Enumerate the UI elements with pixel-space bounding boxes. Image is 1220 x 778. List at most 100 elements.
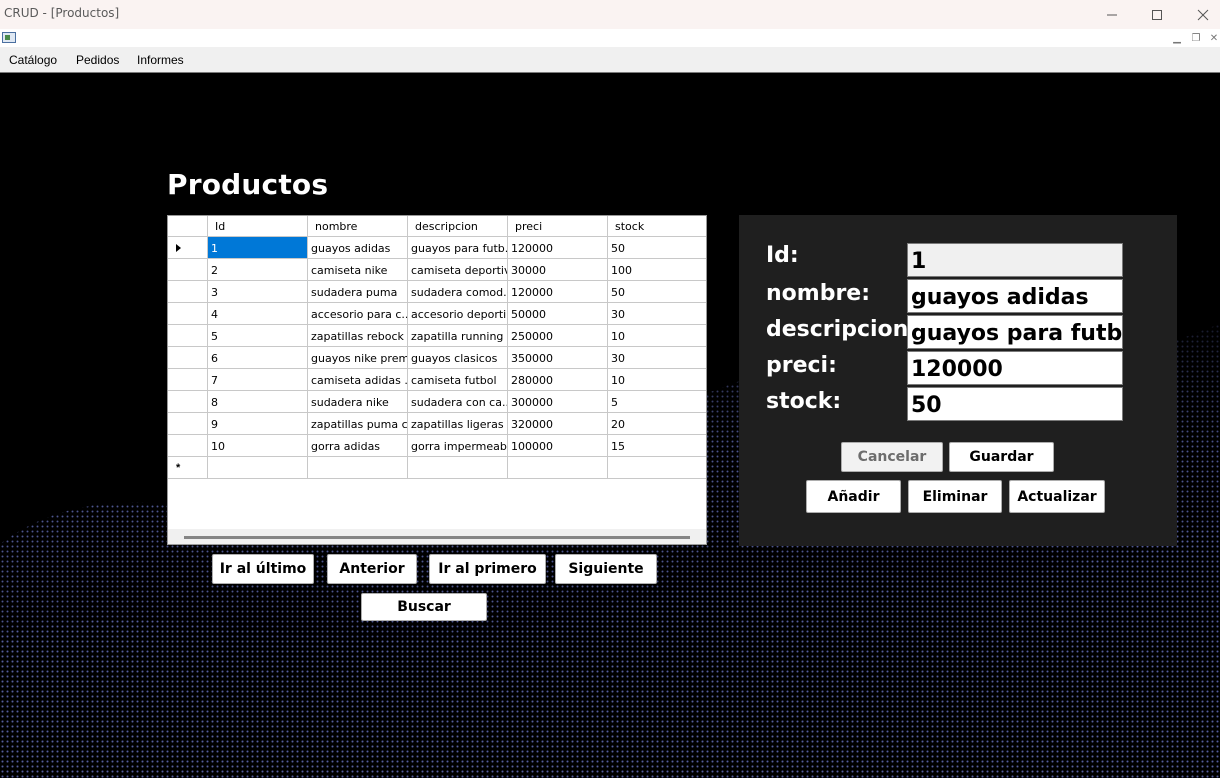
cell-nombre[interactable]: sudadera puma — [308, 281, 408, 303]
table-row[interactable]: 5 zapatillas rebock zapatilla running 25000… — [168, 325, 706, 347]
cell-preci[interactable]: 120000 — [508, 237, 608, 259]
products-grid[interactable]: Id nombre descripcion preci stock 1 guayo… — [167, 215, 707, 545]
cell-nombre[interactable] — [308, 457, 408, 479]
table-row[interactable]: 4 accesorio para c... accesorio deporti...… — [168, 303, 706, 325]
table-row[interactable]: 10gorra adidasgorra impermeabl...1000001… — [168, 435, 706, 457]
cell-nombre[interactable]: camiseta nike — [308, 259, 408, 281]
go-last-button[interactable]: Ir al último — [212, 554, 314, 584]
cell-stock[interactable]: 50 — [608, 237, 706, 259]
column-header-preci[interactable]: preci — [508, 216, 608, 237]
cell-stock[interactable]: 10 — [608, 369, 706, 391]
cell-id[interactable]: 2 — [208, 259, 308, 281]
menu-pedidos[interactable]: Pedidos — [76, 53, 119, 67]
new-row[interactable]: * — [168, 457, 706, 479]
cell-nombre[interactable]: zapatillas rebock — [308, 325, 408, 347]
next-button[interactable]: Siguiente — [555, 554, 657, 584]
cell-nombre[interactable]: camiseta adidas ... — [308, 369, 408, 391]
cell-descripcion[interactable]: sudadera comod... — [408, 281, 508, 303]
cell-id[interactable]: 5 — [208, 325, 308, 347]
cell-id[interactable]: 3 — [208, 281, 308, 303]
cell-nombre[interactable]: guayos adidas — [308, 237, 408, 259]
stock-field[interactable]: 50 — [907, 387, 1123, 421]
cell-id[interactable] — [208, 457, 308, 479]
cell-descripcion[interactable]: guayos para futb... — [408, 237, 508, 259]
cell-preci[interactable]: 300000 — [508, 391, 608, 413]
delete-button[interactable]: Eliminar — [908, 480, 1002, 513]
save-button[interactable]: Guardar — [949, 442, 1054, 472]
cell-descripcion[interactable]: camiseta futbol — [408, 369, 508, 391]
row-header[interactable]: * — [168, 457, 208, 479]
row-header[interactable] — [168, 303, 208, 325]
descripcion-field[interactable]: guayos para futbol c — [907, 315, 1123, 349]
menu-informes[interactable]: Informes — [137, 53, 184, 67]
cell-descripcion[interactable]: gorra impermeabl... — [408, 435, 508, 457]
close-button[interactable] — [1180, 0, 1220, 29]
column-header-id[interactable]: Id — [208, 216, 308, 237]
cell-id[interactable]: 10 — [208, 435, 308, 457]
column-header-nombre[interactable]: nombre — [308, 216, 408, 237]
table-row[interactable]: 1 guayos adidas guayos para futb... 120000 5… — [168, 237, 706, 259]
table-row[interactable]: 6guayos nike prem...guayos clasicos35000… — [168, 347, 706, 369]
cell-descripcion[interactable]: zapatilla running — [408, 325, 508, 347]
row-header[interactable] — [168, 325, 208, 347]
cell-nombre[interactable]: sudadera nike — [308, 391, 408, 413]
cell-id[interactable]: 7 — [208, 369, 308, 391]
cell-stock[interactable]: 100 — [608, 259, 706, 281]
cell-preci[interactable]: 50000 — [508, 303, 608, 325]
cancel-button[interactable]: Cancelar — [841, 442, 943, 472]
update-button[interactable]: Actualizar — [1009, 480, 1105, 513]
row-header[interactable] — [168, 347, 208, 369]
cell-preci[interactable]: 100000 — [508, 435, 608, 457]
cell-preci[interactable]: 280000 — [508, 369, 608, 391]
cell-preci[interactable]: 120000 — [508, 281, 608, 303]
column-header-stock[interactable]: stock — [608, 216, 706, 237]
add-button[interactable]: Añadir — [806, 480, 901, 513]
cell-nombre[interactable]: accesorio para c... — [308, 303, 408, 325]
cell-descripcion[interactable]: accesorio deporti... — [408, 303, 508, 325]
row-header[interactable] — [168, 391, 208, 413]
cell-stock[interactable]: 30 — [608, 303, 706, 325]
cell-descripcion[interactable]: zapatillas ligeras ... — [408, 413, 508, 435]
cell-nombre[interactable]: zapatillas puma cl... — [308, 413, 408, 435]
document-icon[interactable] — [2, 32, 16, 43]
cell-preci[interactable]: 250000 — [508, 325, 608, 347]
table-row[interactable]: 7 camiseta adidas ... camiseta futbol 28000… — [168, 369, 706, 391]
id-field[interactable]: 1 — [907, 243, 1123, 277]
scrollbar-thumb[interactable] — [184, 536, 690, 539]
mdi-minimize-icon[interactable]: ▁ — [1169, 31, 1185, 45]
column-header-descripcion[interactable]: descripcion — [408, 216, 508, 237]
cell-preci[interactable]: 30000 — [508, 259, 608, 281]
cell-stock[interactable]: 15 — [608, 435, 706, 457]
cell-id[interactable]: 1 — [208, 237, 308, 259]
cell-descripcion[interactable]: sudadera con ca... — [408, 391, 508, 413]
preci-field[interactable]: 120000 — [907, 351, 1123, 385]
minimize-button[interactable] — [1089, 0, 1135, 29]
search-button[interactable]: Buscar — [361, 593, 487, 621]
cell-stock[interactable] — [608, 457, 706, 479]
mdi-close-icon[interactable]: ✕ — [1206, 31, 1220, 45]
cell-descripcion[interactable]: guayos clasicos — [408, 347, 508, 369]
maximize-button[interactable] — [1134, 0, 1180, 29]
cell-descripcion[interactable]: camiseta deportiv... — [408, 259, 508, 281]
cell-stock[interactable]: 50 — [608, 281, 706, 303]
cell-preci[interactable]: 320000 — [508, 413, 608, 435]
table-row[interactable]: 9zapatillas puma cl...zapatillas ligeras… — [168, 413, 706, 435]
cell-id[interactable]: 9 — [208, 413, 308, 435]
row-header[interactable] — [168, 237, 208, 259]
nombre-field[interactable]: guayos adidas — [907, 279, 1123, 313]
table-row[interactable]: 8 sudadera nike sudadera con ca... 300000 5 — [168, 391, 706, 413]
cell-stock[interactable]: 5 — [608, 391, 706, 413]
row-header[interactable] — [168, 435, 208, 457]
row-header[interactable] — [168, 369, 208, 391]
go-first-button[interactable]: Ir al primero — [429, 554, 546, 584]
cell-stock[interactable]: 30 — [608, 347, 706, 369]
cell-id[interactable]: 6 — [208, 347, 308, 369]
cell-preci[interactable]: 350000 — [508, 347, 608, 369]
horizontal-scrollbar[interactable] — [168, 529, 706, 544]
cell-nombre[interactable]: guayos nike prem... — [308, 347, 408, 369]
cell-preci[interactable] — [508, 457, 608, 479]
mdi-restore-icon[interactable]: ❐ — [1188, 31, 1204, 45]
cell-descripcion[interactable] — [408, 457, 508, 479]
row-header[interactable] — [168, 413, 208, 435]
cell-id[interactable]: 8 — [208, 391, 308, 413]
